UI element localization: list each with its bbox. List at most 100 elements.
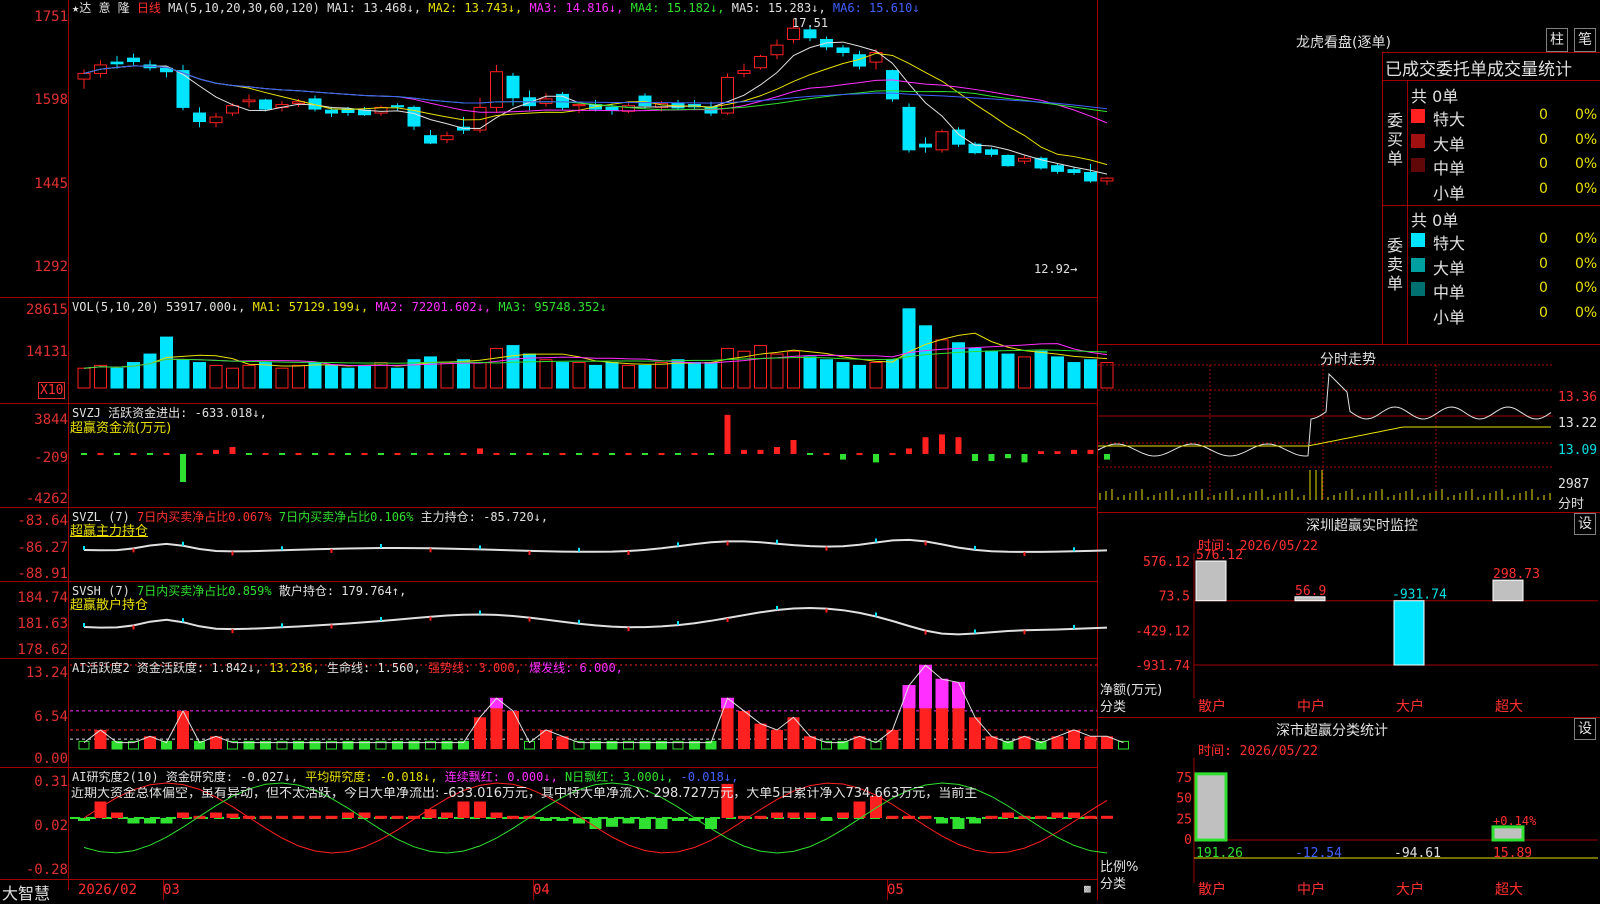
svsh-sub: 超赢散户持仓: [70, 598, 149, 613]
vol-unit: X10: [38, 382, 66, 399]
class-value: 191.26: [1196, 846, 1243, 861]
monitor-category: 大户: [1396, 698, 1424, 715]
bar-mode-button[interactable]: 柱: [1546, 28, 1568, 52]
date-tick: [887, 880, 888, 900]
monitor-value: 298.73: [1493, 567, 1540, 582]
monitor-tick: 576.12: [1143, 555, 1190, 570]
pen-mode-button[interactable]: 笔: [1574, 28, 1596, 52]
svsh-pane[interactable]: SVSH (7) 7日内买卖净占比0.859% 散户持仓: 179.764↑, …: [0, 582, 1108, 659]
svzl-pane[interactable]: SVZL (7) 7日内买卖净占比0.067% 7日内买卖净占比0.106% 主…: [0, 508, 1108, 582]
volume-bar: [886, 359, 899, 389]
order-count: 0: [1539, 180, 1548, 197]
monitor-bar: [1195, 560, 1227, 602]
vol-tick: 28615: [25, 302, 68, 318]
volume-bar: [193, 362, 206, 389]
ai2-tick: 0.02: [34, 818, 68, 834]
ai2-bar: [622, 818, 635, 824]
ai-activity-chart[interactable]: [0, 659, 1129, 768]
monitor-bar: [1492, 579, 1524, 602]
volume-bar: [1051, 356, 1064, 389]
ai2-bar: [1051, 812, 1064, 818]
svzj-bar: [1071, 449, 1077, 454]
volume-bar: [1034, 350, 1048, 389]
volume-pane[interactable]: VOL(5,10,20) 53917.000↓, MA1: 57129.199↓…: [0, 298, 1114, 404]
volume-bar: [176, 359, 190, 389]
svzj-bar: [460, 453, 467, 455]
volume-bar: [374, 362, 388, 389]
ma6-value: MA6: 15.610↓: [832, 1, 920, 15]
order-percent: 0%: [1575, 180, 1598, 197]
price-tick: 1598: [34, 92, 68, 108]
svzl-holding: 主力持仓: -85.720↓,: [420, 510, 549, 524]
panel-title: 龙虎看盘(逐单): [1296, 35, 1391, 51]
class-chart[interactable]: 75 50 25 0 191.26 散户 -12.54 中户 -94.61 大户 15.89 +0.1…: [1098, 718, 1600, 900]
order-percent: 0%: [1575, 255, 1598, 272]
svzj-bar: [642, 453, 648, 455]
ai-research-chart[interactable]: [0, 768, 1113, 880]
intraday-chart[interactable]: [1097, 345, 1600, 513]
svzj-bar: [246, 453, 252, 455]
volume-bar: [391, 367, 404, 389]
svzj-bar: [988, 454, 995, 461]
ai2-bar: [672, 818, 684, 821]
svzj-bar: [708, 453, 714, 455]
svzj-bar: [906, 448, 912, 454]
volume-bar: [836, 362, 850, 389]
candle-body: [424, 135, 437, 144]
ai1-bar-top: [952, 681, 965, 709]
order-label: 小单: [1433, 307, 1466, 327]
ai1-bar: [738, 710, 750, 749]
order-count: 0: [1539, 131, 1548, 148]
svzj-bar: [328, 453, 335, 455]
svzj-bar: [147, 453, 153, 455]
volume-bar: [457, 359, 470, 389]
svzl-tick: -88.91: [17, 566, 68, 582]
volume-bar: [638, 364, 652, 389]
candlestick-pane[interactable]: ★达 意 隆 日线 MA(5,10,20,30,60,120) MA1: 13.…: [0, 0, 1114, 298]
lock-icon[interactable]: ▩: [1084, 882, 1091, 895]
volume-bar: [1001, 353, 1015, 389]
vol-definition: VOL(5,10,20): [72, 300, 159, 314]
volume-bar: [341, 367, 355, 389]
ma5-value: MA5: 15.283↓,: [731, 1, 826, 15]
candle-body: [902, 106, 916, 151]
volume-bar: [424, 356, 437, 389]
ai1-bar: [903, 707, 915, 749]
volume-bar: [589, 364, 602, 389]
monitor-panel[interactable]: 深圳超赢实时监控 设 时间: 2026/05/22 576.12 73.5 -429…: [1098, 513, 1600, 718]
order-row: 特大 0 0%: [1409, 105, 1600, 129]
candle-body: [737, 70, 751, 74]
classification-panel[interactable]: 深市超赢分类统计 设 时间: 2026/05/22 75 50 25 0 191.26 散…: [1098, 718, 1600, 900]
ai2-bar: [540, 818, 552, 821]
ai-activity-pane[interactable]: AI活跃度2 资金活跃度: 1.842↓, 13.236, 生命线: 1.560…: [0, 659, 1129, 768]
ai2-bar: [952, 818, 965, 829]
volume-bar: [358, 364, 371, 389]
intraday-panel[interactable]: 分时走势 13.36 13.22 13.09 2987 分时: [1097, 345, 1600, 513]
buy-side-label: 委买单: [1387, 111, 1404, 168]
ai1-bar: [754, 723, 767, 749]
monitor-chart[interactable]: 576.12 73.5 -429.12 -931.74 576.12 散户 56.9 中户 -9…: [1098, 513, 1600, 718]
svzj-pane[interactable]: SVZJ 活跃资金进出: -633.018↓, 超赢资金流(万元) 3844 -…: [0, 404, 1110, 508]
color-swatch: [1411, 306, 1425, 321]
svzj-bar: [312, 453, 318, 455]
candle-body: [127, 57, 140, 63]
candle-body: [605, 106, 619, 111]
ai1-burst: 爆发线: 6.000,: [529, 661, 623, 675]
svzl-ratio2: 7日内买卖净占比0.106%: [278, 510, 414, 524]
candle-body: [391, 105, 404, 108]
order-row: 中单 0 0%: [1409, 278, 1600, 302]
svzj-bar: [180, 454, 186, 482]
class-tick: 75: [1176, 771, 1192, 786]
ai2-bar: [144, 818, 156, 824]
ai1-bar: [936, 707, 948, 749]
ai-research-pane[interactable]: AI研究度2(10) 资金研究度: -0.027↓, 平均研究度: -0.018…: [0, 768, 1113, 880]
svzj-bar: [394, 453, 401, 455]
period-label[interactable]: 日线: [137, 1, 161, 15]
ai2-bar: [969, 818, 981, 824]
candle-body: [242, 99, 256, 103]
ai2-bar: [655, 818, 668, 829]
volume-bar: [209, 364, 223, 389]
volume-bar: [853, 364, 866, 389]
date-label: 03: [163, 882, 180, 898]
candlestick-chart[interactable]: [0, 0, 1114, 298]
